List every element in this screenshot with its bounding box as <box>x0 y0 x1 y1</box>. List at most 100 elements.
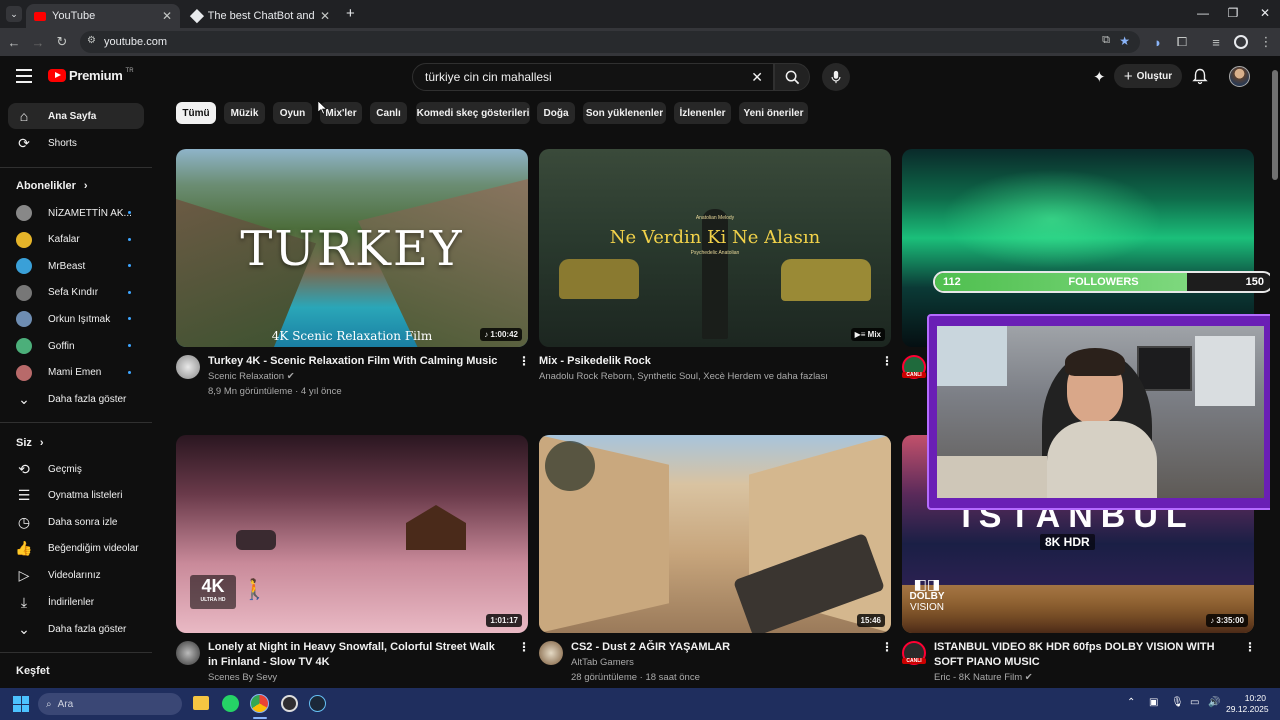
video-title[interactable]: Mix - Psikedelik Rock <box>539 354 859 369</box>
sidebar-item-home[interactable]: ⌂ Ana Sayfa <box>8 103 144 129</box>
sidebar-subscription-item[interactable]: Orkun Işıtmak <box>8 306 144 332</box>
minimize-icon[interactable]: — <box>1188 6 1218 20</box>
sidebar-item-history[interactable]: ⟲ Geçmiş <box>8 456 144 482</box>
more-actions-icon[interactable]: ⋮ <box>1244 640 1256 654</box>
tab-youtube[interactable]: YouTube ✕ <box>26 4 180 28</box>
cast-sparkle-icon[interactable]: ✦ <box>1093 68 1106 86</box>
thumbnail-subtitle-text: 4K Scenic Relaxation Film <box>271 329 433 343</box>
hamburger-menu-icon[interactable] <box>16 69 32 83</box>
chrome-menu-icon[interactable]: ⋮ <box>1258 34 1274 50</box>
clear-search-icon[interactable]: ✕ <box>751 69 763 86</box>
sidebar-item-label: Beğendiğim videolar <box>48 543 139 555</box>
steam-icon[interactable] <box>309 695 326 712</box>
video-title[interactable]: ISTANBUL VIDEO 8K HDR 60fps DOLBY VISION… <box>934 640 1234 670</box>
channel-avatar <box>16 338 32 354</box>
chip-5[interactable]: Komedi skeç gösterileri <box>416 102 530 124</box>
sidebar-item-shorts[interactable]: ⟳ Shorts <box>8 130 144 156</box>
video-title[interactable]: Lonely at Night in Heavy Snowfall, Color… <box>208 640 498 670</box>
tray-display-icon[interactable]: ▭ <box>1190 697 1199 708</box>
sidebar-item-video[interactable]: ▷ Videolarınız <box>8 562 144 588</box>
profile-icon[interactable] <box>1233 34 1249 50</box>
close-tab-icon[interactable]: ✕ <box>320 9 330 23</box>
search-input[interactable]: türkiye cin cin mahallesi ✕ <box>412 63 774 91</box>
channel-name[interactable]: Scenic Relaxation ✔ <box>208 369 295 384</box>
sidebar-subscription-item[interactable]: Mami Emen <box>8 360 144 386</box>
media-control-icon[interactable]: ≡ <box>1208 34 1224 50</box>
restore-icon[interactable]: ❐ <box>1218 6 1248 20</box>
new-content-dot <box>128 211 131 214</box>
search-button[interactable] <box>774 63 810 91</box>
chrome-icon[interactable] <box>250 694 269 713</box>
whatsapp-icon[interactable] <box>222 695 239 712</box>
sidebar-item-playlist[interactable]: ☰ Oynatma listeleri <box>8 483 144 509</box>
close-tab-icon[interactable]: ✕ <box>162 9 172 23</box>
more-actions-icon[interactable]: ⋮ <box>518 640 530 654</box>
more-actions-icon[interactable]: ⋮ <box>881 354 893 368</box>
bookmark-star-icon[interactable]: ★ <box>1119 34 1130 48</box>
install-app-icon[interactable]: ⧉ <box>1102 34 1110 47</box>
tray-overflow-icon[interactable]: ⌃ <box>1127 697 1135 708</box>
you-heading[interactable]: Siz › <box>16 437 44 449</box>
video-thumbnail[interactable]: 4K ULTRA HD 🚶 1:01:17 <box>176 435 528 633</box>
back-icon[interactable]: ← <box>6 34 22 50</box>
forward-icon[interactable]: → <box>30 34 46 50</box>
channel-avatar[interactable] <box>539 641 563 665</box>
tab-chatbot[interactable]: The best ChatBot and Widgets ✕ <box>184 4 338 28</box>
extension-icon-1[interactable]: ◗ <box>1150 34 1166 50</box>
windows-start-icon[interactable] <box>13 696 29 712</box>
sidebar-subscription-item[interactable]: Kafalar <box>8 227 144 253</box>
mix-channels: Anadolu Rock Reborn, Synthetic Soul, Xec… <box>539 371 828 382</box>
chip-9[interactable]: Yeni öneriler <box>739 102 808 124</box>
voice-search-button[interactable] <box>822 63 850 91</box>
sidebar-item-download[interactable]: ⤓ İndirilenler <box>8 589 144 615</box>
video-thumbnail[interactable]: TURKEY 4K Scenic Relaxation Film ♪ 1:00:… <box>176 149 528 347</box>
chip-6[interactable]: Doğa <box>537 102 575 124</box>
sidebar-show-more[interactable]: ⌄ Daha fazla göster <box>8 386 144 412</box>
chip-8[interactable]: İzlenenler <box>674 102 731 124</box>
new-tab-icon[interactable]: + <box>346 5 355 22</box>
reload-icon[interactable]: ↻ <box>54 34 70 50</box>
channel-name[interactable]: AltTab Gamers <box>571 655 634 670</box>
sidebar-subscription-item[interactable]: MrBeast <box>8 253 144 279</box>
video-title[interactable]: CS2 - Dust 2 AĞIR YAŞAMLAR <box>571 640 861 655</box>
notifications-bell-icon[interactable] <box>1192 68 1208 90</box>
chip-1[interactable]: Müzik <box>224 102 265 124</box>
account-avatar[interactable] <box>1229 66 1250 87</box>
video-title[interactable]: Turkey 4K - Scenic Relaxation Film With … <box>208 354 508 369</box>
subscriptions-heading[interactable]: Abonelikler › <box>16 180 88 192</box>
sidebar-subscription-item[interactable]: Goffin <box>8 333 144 359</box>
more-actions-icon[interactable]: ⋮ <box>518 354 530 368</box>
file-explorer-icon[interactable] <box>193 696 209 710</box>
sidebar-divider <box>0 167 152 168</box>
mix-thumbnail[interactable]: Anatolian Melody Ne Verdin Ki Ne Alasın … <box>539 149 891 347</box>
page-scrollbar-thumb[interactable] <box>1272 70 1278 180</box>
tab-search-icon[interactable]: ⌄ <box>6 6 22 22</box>
tray-mic-icon[interactable]: 🎙 <box>1171 697 1184 708</box>
channel-name[interactable]: Eric - 8K Nature Film ✔ <box>934 670 1033 685</box>
chip-4[interactable]: Canlı <box>370 102 407 124</box>
sidebar-subscription-item[interactable]: NİZAMETTİN AK... <box>8 200 144 226</box>
address-bar[interactable]: ⚙ youtube.com ⧉ ★ <box>80 31 1140 53</box>
chip-0[interactable]: Tümü <box>176 102 216 124</box>
tray-app-icon[interactable]: ▣ <box>1149 697 1158 708</box>
channel-avatar[interactable] <box>176 641 200 665</box>
close-window-icon[interactable]: ✕ <box>1250 6 1280 20</box>
chip-7[interactable]: Son yüklenenler <box>583 102 666 124</box>
channel-avatar[interactable] <box>176 355 200 379</box>
sidebar-subscription-item[interactable]: Sefa Kındır <box>8 280 144 306</box>
create-button[interactable]: + Oluştur <box>1114 64 1182 88</box>
sidebar-item-thumbs-up[interactable]: 👍 Beğendiğim videolar <box>8 536 144 562</box>
site-info-icon[interactable]: ⚙ <box>87 35 96 46</box>
tray-clock[interactable]: 10:20 29.12.2025 <box>1226 693 1269 715</box>
extensions-puzzle-icon[interactable]: ⧠ <box>1174 34 1190 50</box>
youtube-premium-logo[interactable]: Premium TR <box>48 68 134 83</box>
more-actions-icon[interactable]: ⋮ <box>881 640 893 654</box>
sidebar-item-clock[interactable]: ◷ Daha sonra izle <box>8 509 144 535</box>
sidebar-show-more-2[interactable]: ⌄ Daha fazla göster <box>8 616 144 642</box>
obs-icon[interactable] <box>281 695 298 712</box>
chip-2[interactable]: Oyun <box>273 102 312 124</box>
channel-name[interactable]: Scenes By Sevy <box>208 670 277 685</box>
tray-volume-icon[interactable]: 🔊 <box>1208 697 1220 708</box>
taskbar-search[interactable]: ⌕ Ara <box>38 693 182 715</box>
video-thumbnail[interactable]: 15:46 <box>539 435 891 633</box>
